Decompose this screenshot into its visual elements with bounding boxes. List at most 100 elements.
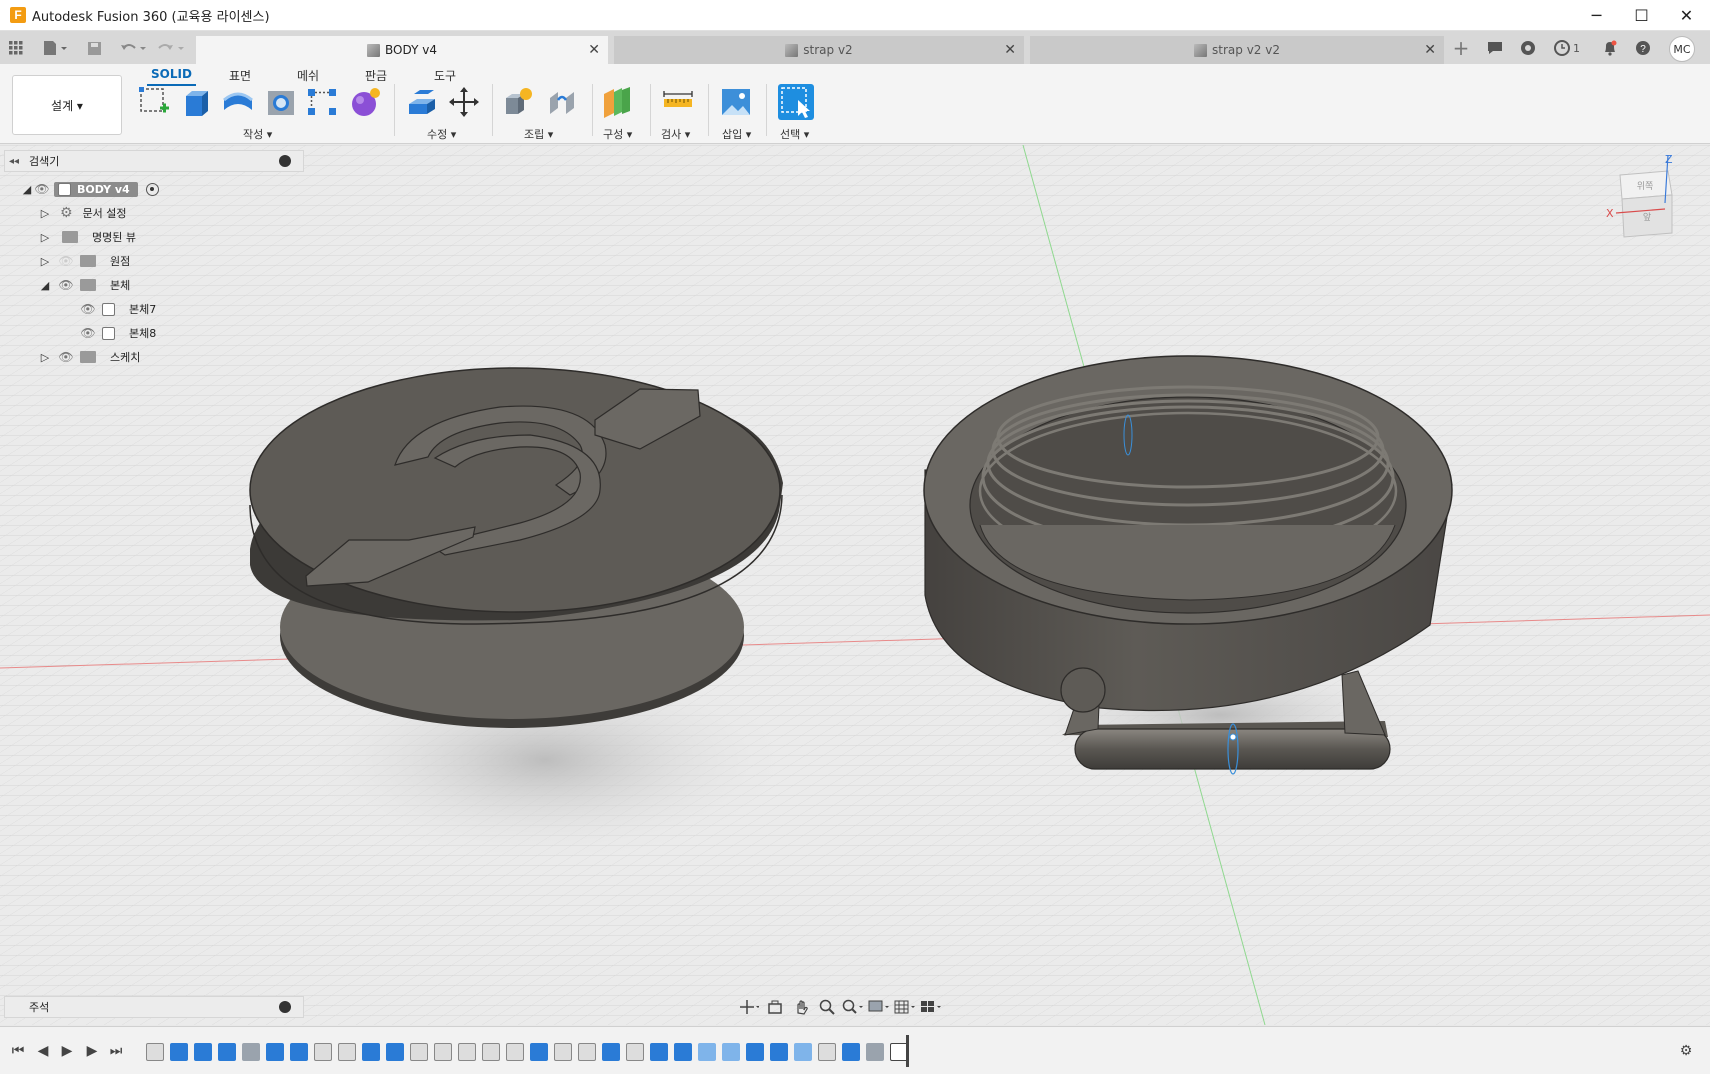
timeline-extrude-feature[interactable] xyxy=(218,1043,236,1061)
user-avatar[interactable]: MC xyxy=(1669,36,1695,62)
timeline-fillet-feature[interactable] xyxy=(722,1043,740,1061)
app-grid-icon[interactable] xyxy=(6,38,26,58)
model-plug[interactable] xyxy=(249,367,795,865)
browser-item-bodies[interactable]: ◢ 👁 본체 xyxy=(38,274,130,296)
grid-settings-icon[interactable] xyxy=(894,998,916,1016)
tab-surface[interactable]: 표면 xyxy=(229,67,251,84)
timeline-extrude-feature[interactable] xyxy=(602,1043,620,1061)
browser-item-document-settings[interactable]: ▷ ⚙ 문서 설정 xyxy=(38,202,127,224)
file-menu-icon[interactable] xyxy=(40,38,70,58)
timeline-sketch-feature[interactable] xyxy=(818,1043,836,1061)
comments-panel-header[interactable]: 주석 xyxy=(4,996,304,1018)
browser-item-sketches[interactable]: ▷ 👁 스케치 xyxy=(38,346,141,368)
browser-item-origin[interactable]: ▷ 👁 원점 xyxy=(38,250,130,272)
viewcube-front-face[interactable]: 앞 xyxy=(1643,211,1651,223)
tab-mesh[interactable]: 메쉬 xyxy=(297,67,319,84)
display-settings-icon[interactable] xyxy=(868,998,890,1016)
timeline-extrude-feature[interactable] xyxy=(266,1043,284,1061)
modify-group-label[interactable]: 수정 ▾ xyxy=(427,126,456,142)
notifications-bell-icon[interactable] xyxy=(1600,38,1620,58)
move-copy-icon[interactable] xyxy=(448,86,480,118)
activate-radio-icon[interactable] xyxy=(145,182,159,196)
add-comment-icon[interactable] xyxy=(279,1001,291,1013)
timeline-extrude-feature[interactable] xyxy=(290,1043,308,1061)
save-icon[interactable] xyxy=(84,38,104,58)
timeline-extrude-feature[interactable] xyxy=(842,1043,860,1061)
expand-triangle-icon[interactable]: ▷ xyxy=(38,351,52,364)
browser-item-body7[interactable]: 👁 본체7 xyxy=(80,298,156,320)
viewports-icon[interactable] xyxy=(920,998,942,1016)
create-form-icon[interactable] xyxy=(350,86,382,118)
timeline-extrude-feature[interactable] xyxy=(362,1043,380,1061)
look-at-icon[interactable] xyxy=(764,998,786,1016)
expand-triangle-icon[interactable]: ▷ xyxy=(38,255,52,268)
workspace-switcher-button[interactable]: 설계 ▾ xyxy=(12,75,122,135)
hole-icon[interactable] xyxy=(265,86,297,118)
timeline-sketch-feature[interactable] xyxy=(410,1043,428,1061)
close-window-button[interactable]: ✕ xyxy=(1664,0,1709,31)
visibility-eye-icon[interactable]: 👁 xyxy=(58,350,74,364)
tab-tools[interactable]: 도구 xyxy=(434,67,456,84)
timeline-sketch-feature[interactable] xyxy=(338,1043,356,1061)
go-to-start-icon[interactable]: ⏮ xyxy=(8,1041,28,1061)
browser-item-named-views[interactable]: ▷ 명명된 뷰 xyxy=(38,226,136,248)
play-icon[interactable]: ▶ xyxy=(57,1041,77,1061)
root-badge[interactable]: BODY v4 xyxy=(54,181,138,197)
browser-root-row[interactable]: ◢ 👁 BODY v4 xyxy=(20,178,159,200)
insert-group-label[interactable]: 삽입 ▾ xyxy=(722,126,751,142)
press-pull-icon[interactable] xyxy=(406,86,438,118)
comments-icon[interactable] xyxy=(1485,38,1505,58)
timeline-sketch-feature[interactable] xyxy=(578,1043,596,1061)
viewcube-top-face[interactable]: 위쪽 xyxy=(1637,181,1654,192)
go-to-end-icon[interactable]: ⏭ xyxy=(106,1041,126,1061)
inspect-group-label[interactable]: 검사 ▾ xyxy=(661,126,690,142)
timeline-sketch-feature[interactable] xyxy=(458,1043,476,1061)
fit-zoom-icon[interactable] xyxy=(842,998,864,1016)
timeline-settings-gear-icon[interactable]: ⚙ xyxy=(1676,1041,1696,1061)
visibility-eye-icon[interactable]: 👁 xyxy=(34,182,50,196)
assemble-group-label[interactable]: 조립 ▾ xyxy=(524,126,553,142)
select-tool-icon[interactable] xyxy=(778,84,814,120)
timeline-extrude-feature[interactable] xyxy=(194,1043,212,1061)
timeline-marker[interactable] xyxy=(906,1035,909,1067)
tab-body-v4[interactable]: BODY v4 ✕ xyxy=(196,36,608,64)
collapse-panel-icon[interactable]: ◂◂ xyxy=(5,156,23,167)
insert-image-icon[interactable] xyxy=(720,86,752,118)
tab-solid[interactable]: SOLID xyxy=(147,67,196,86)
timeline-fillet-feature[interactable] xyxy=(698,1043,716,1061)
timeline-hole-feature[interactable] xyxy=(242,1043,260,1061)
timeline-extrude-feature[interactable] xyxy=(650,1043,668,1061)
browser-panel-header[interactable]: ◂◂ 검색기 xyxy=(4,150,304,172)
timeline-sketch-feature[interactable] xyxy=(554,1043,572,1061)
timeline-extrude-feature[interactable] xyxy=(746,1043,764,1061)
step-back-icon[interactable]: ◀ xyxy=(33,1041,53,1061)
expand-triangle-icon[interactable]: ▷ xyxy=(38,231,52,244)
timeline-extrude-feature[interactable] xyxy=(386,1043,404,1061)
measure-icon[interactable] xyxy=(662,86,694,118)
minimize-button[interactable]: ─ xyxy=(1574,0,1619,31)
pan-hand-icon[interactable] xyxy=(790,998,812,1016)
timeline-sketch-feature[interactable] xyxy=(626,1043,644,1061)
timeline-extrude-feature[interactable] xyxy=(530,1043,548,1061)
close-tab-icon[interactable]: ✕ xyxy=(1424,42,1436,58)
joint-icon[interactable] xyxy=(546,86,578,118)
visibility-eye-icon[interactable]: 👁 xyxy=(58,278,74,292)
revolve-icon[interactable] xyxy=(222,86,254,118)
timeline-sketch-feature[interactable] xyxy=(482,1043,500,1061)
timeline-sketch-feature[interactable] xyxy=(314,1043,332,1061)
select-group-label[interactable]: 선택 ▾ xyxy=(780,126,809,142)
maximize-button[interactable]: ☐ xyxy=(1619,0,1664,31)
undo-icon[interactable] xyxy=(118,38,148,58)
close-tab-icon[interactable]: ✕ xyxy=(1004,42,1016,58)
help-icon[interactable]: ? xyxy=(1633,38,1653,58)
visibility-eye-icon[interactable]: 👁 xyxy=(80,326,96,340)
timeline-hole-feature[interactable] xyxy=(866,1043,884,1061)
timeline-sketch-feature[interactable] xyxy=(434,1043,452,1061)
tab-sheet-metal[interactable]: 판금 xyxy=(365,67,387,84)
browser-toggle-icon[interactable] xyxy=(279,155,291,167)
new-component-icon[interactable] xyxy=(502,86,534,118)
close-tab-icon[interactable]: ✕ xyxy=(588,42,600,58)
extrude-icon[interactable] xyxy=(180,86,212,118)
tab-strap-v2-v2[interactable]: strap v2 v2 ✕ xyxy=(1030,36,1444,64)
step-forward-icon[interactable]: ▶ xyxy=(82,1041,102,1061)
